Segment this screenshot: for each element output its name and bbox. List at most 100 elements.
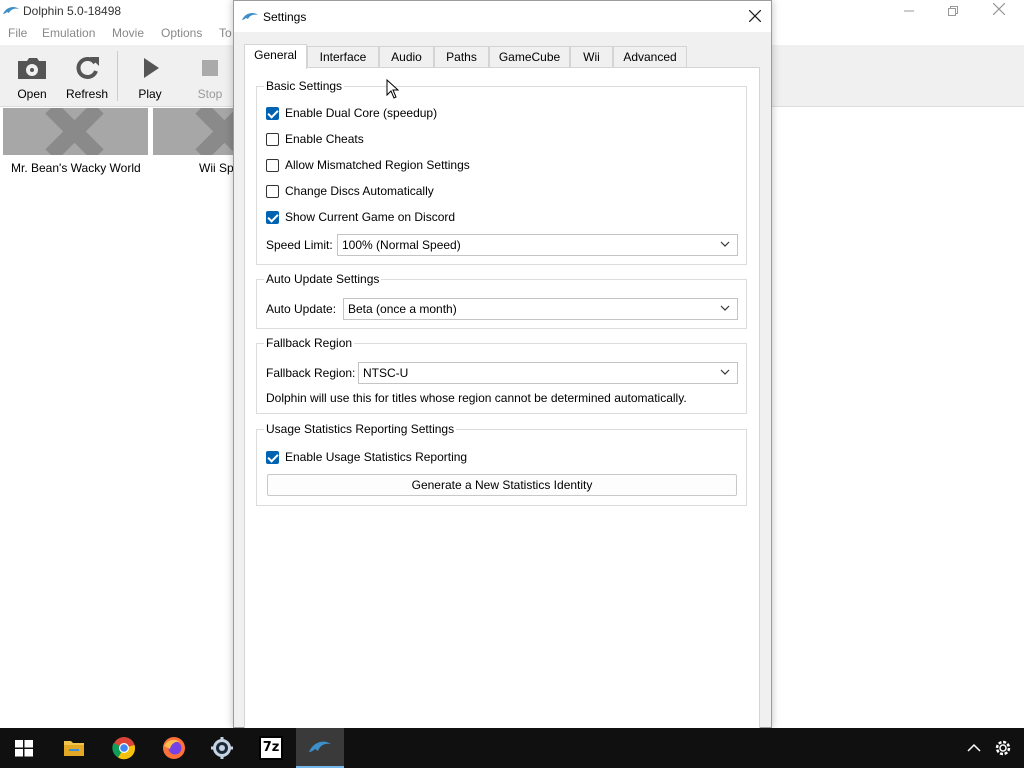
fallback-region-group: Fallback Region Fallback Region: NTSC-U … — [256, 336, 747, 414]
tray-settings-button[interactable] — [992, 737, 1014, 759]
toolbar-separator — [117, 51, 118, 101]
firefox-icon — [163, 737, 185, 759]
settings-dialog: Settings General Interface Audio Paths G… — [233, 0, 772, 729]
tab-audio[interactable]: Audio — [379, 46, 434, 68]
menu-file[interactable]: File — [8, 26, 27, 40]
gear-icon — [995, 740, 1011, 756]
play-icon — [144, 58, 159, 78]
open-label: Open — [17, 87, 47, 101]
cheats-checkbox[interactable] — [266, 132, 279, 146]
fallback-region-legend: Fallback Region — [264, 336, 355, 350]
fallback-region-description: Dolphin will use this for titles whose r… — [266, 391, 687, 405]
taskbar: 7z — [0, 728, 1024, 768]
minimize-icon — [904, 10, 914, 12]
refresh-button[interactable]: Refresh — [63, 45, 111, 107]
tab-general[interactable]: General — [244, 44, 307, 69]
basic-settings-legend: Basic Settings — [264, 79, 345, 93]
speed-limit-value: 100% (Normal Speed) — [342, 238, 461, 252]
menu-tools[interactable]: To — [219, 26, 232, 40]
taskbar-dolphin[interactable] — [296, 728, 344, 768]
auto-update-value: Beta (once a month) — [348, 302, 457, 316]
speed-limit-label: Speed Limit: — [266, 238, 333, 252]
missing-banner-icon — [45, 108, 104, 155]
chevron-down-icon — [720, 305, 730, 311]
fallback-region-label: Fallback Region: — [266, 366, 356, 380]
auto-update-legend: Auto Update Settings — [264, 272, 382, 286]
usage-stats-option[interactable]: Enable Usage Statistics Reporting — [266, 447, 467, 467]
game-banner — [3, 108, 148, 155]
open-disc-icon — [18, 58, 46, 79]
speed-limit-row: Speed Limit: — [266, 235, 333, 255]
usage-stats-checkbox[interactable] — [266, 450, 279, 464]
stop-button[interactable]: Stop — [186, 45, 234, 107]
settings-title: Settings — [263, 10, 307, 24]
settings-tab-bar: General Interface Audio Paths GameCube W… — [244, 44, 764, 69]
dual-core-checkbox[interactable] — [266, 106, 279, 120]
chevron-up-icon — [967, 743, 981, 752]
usage-stats-legend: Usage Statistics Reporting Settings — [264, 422, 457, 436]
taskbar-file-explorer[interactable] — [50, 728, 98, 768]
auto-update-dropdown[interactable]: Beta (once a month) — [343, 298, 738, 320]
minimize-button[interactable] — [886, 0, 932, 23]
fallback-region-dropdown[interactable]: NTSC-U — [358, 362, 738, 384]
fallback-region-row: Fallback Region: — [266, 363, 355, 383]
refresh-label: Refresh — [65, 87, 109, 101]
menu-movie[interactable]: Movie — [112, 26, 144, 40]
game-tile[interactable]: Mr. Bean's Wacky World — [3, 108, 148, 175]
fallback-region-value: NTSC-U — [363, 366, 409, 380]
steam-icon — [211, 737, 233, 759]
menu-emulation[interactable]: Emulation — [42, 26, 95, 40]
tab-gamecube[interactable]: GameCube — [489, 46, 570, 68]
settings-titlebar[interactable]: Settings — [234, 1, 771, 32]
dual-core-label: Enable Dual Core (speedup) — [285, 106, 438, 120]
change-discs-checkbox[interactable] — [266, 184, 279, 198]
stop-label: Stop — [197, 87, 223, 101]
start-button[interactable] — [0, 728, 48, 768]
restore-icon — [948, 6, 958, 16]
7zip-icon: 7z — [259, 736, 283, 760]
mismatched-region-label: Allow Mismatched Region Settings — [285, 158, 470, 172]
change-discs-option[interactable]: Change Discs Automatically — [266, 181, 434, 201]
discord-checkbox[interactable] — [266, 210, 279, 224]
dolphin-logo-icon — [242, 12, 258, 20]
usage-stats-label: Enable Usage Statistics Reporting — [285, 450, 468, 464]
mouse-cursor-icon — [386, 79, 400, 99]
generate-identity-button[interactable]: Generate a New Statistics Identity — [267, 474, 737, 496]
dolphin-logo-icon — [3, 6, 19, 14]
close-icon — [992, 2, 1006, 16]
chevron-down-icon — [720, 241, 730, 247]
refresh-icon — [76, 57, 99, 79]
change-discs-label: Change Discs Automatically — [285, 184, 434, 198]
chevron-down-icon — [720, 369, 730, 375]
basic-settings-group: Basic Settings Enable Dual Core (speedup… — [256, 79, 747, 265]
discord-option[interactable]: Show Current Game on Discord — [266, 207, 455, 227]
speed-limit-dropdown[interactable]: 100% (Normal Speed) — [337, 234, 738, 256]
settings-close-button[interactable] — [742, 4, 768, 30]
taskbar-chrome[interactable] — [100, 728, 148, 768]
game-title: Mr. Bean's Wacky World — [11, 161, 141, 175]
open-button[interactable]: Open — [6, 45, 58, 107]
taskbar-settings-app[interactable] — [198, 728, 246, 768]
tab-wii[interactable]: Wii — [570, 46, 613, 68]
taskbar-7zip[interactable]: 7z — [247, 728, 295, 768]
main-window-title: Dolphin 5.0-18498 — [23, 4, 122, 18]
tab-interface[interactable]: Interface — [307, 46, 379, 68]
tab-advanced[interactable]: Advanced — [613, 46, 687, 68]
cheats-option[interactable]: Enable Cheats — [266, 129, 364, 149]
show-hidden-icons-button[interactable] — [964, 738, 984, 758]
dolphin-icon — [309, 741, 331, 752]
auto-update-row: Auto Update: — [266, 299, 336, 319]
menu-options[interactable]: Options — [161, 26, 202, 40]
taskbar-firefox[interactable] — [150, 728, 198, 768]
stop-icon — [202, 60, 218, 76]
close-window-button[interactable] — [976, 0, 1022, 23]
file-explorer-icon — [64, 741, 84, 756]
dual-core-option[interactable]: Enable Dual Core (speedup) — [266, 103, 437, 123]
tab-paths[interactable]: Paths — [434, 46, 489, 68]
play-button[interactable]: Play — [126, 45, 174, 107]
restore-button[interactable] — [930, 0, 976, 23]
mismatched-region-checkbox[interactable] — [266, 158, 279, 172]
mismatched-region-option[interactable]: Allow Mismatched Region Settings — [266, 155, 470, 175]
usage-stats-group: Usage Statistics Reporting Settings Enab… — [256, 422, 747, 506]
cheats-label: Enable Cheats — [285, 132, 364, 146]
